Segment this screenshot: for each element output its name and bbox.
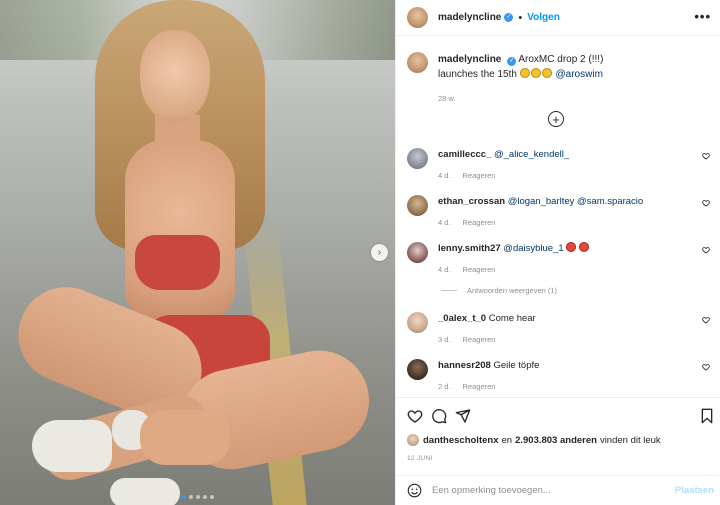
post-date: 12 JUNI bbox=[407, 455, 433, 462]
avatar[interactable] bbox=[407, 359, 428, 380]
likes-line: danthescholtenx en 2.903.803 anderen vin… bbox=[407, 434, 661, 446]
action-bar bbox=[396, 397, 720, 433]
caption-time: 28 w. bbox=[438, 94, 456, 103]
follow-button[interactable]: Volgen bbox=[527, 12, 560, 23]
chevron-right-icon: › bbox=[377, 247, 382, 258]
caption-text: launches the 15th bbox=[438, 69, 517, 80]
like-comment-heart-icon[interactable] bbox=[702, 363, 710, 371]
sun-emoji-icon bbox=[519, 68, 530, 78]
carousel-dot bbox=[181, 495, 186, 499]
post-view: › madelyncline ✓ • Volgen ••• madelyncli… bbox=[0, 0, 720, 505]
like-comment-heart-icon[interactable] bbox=[702, 199, 710, 207]
reply-button[interactable]: Reageren bbox=[463, 335, 496, 344]
avatar[interactable] bbox=[407, 148, 428, 169]
separator: • bbox=[518, 11, 523, 24]
comment-username[interactable]: camilleccc_ bbox=[438, 149, 491, 160]
reply-button[interactable]: Reageren bbox=[463, 171, 496, 180]
comment-username[interactable]: ethan_crossan bbox=[438, 196, 505, 207]
comment-mention[interactable]: @daisyblue_1 bbox=[503, 243, 563, 254]
carousel-dot bbox=[195, 495, 200, 499]
comment-mention[interactable]: @logan_barltey @sam.sparacio bbox=[508, 196, 643, 207]
more-icon[interactable]: ••• bbox=[694, 9, 711, 24]
photo-top bbox=[135, 235, 220, 290]
likes-count[interactable]: 2.903.803 anderen bbox=[515, 435, 597, 446]
avatar[interactable] bbox=[407, 242, 428, 263]
avatar[interactable] bbox=[407, 434, 419, 446]
smiley-icon[interactable] bbox=[407, 483, 422, 498]
comment-text: Come hear bbox=[488, 313, 536, 324]
verified-icon: ✓ bbox=[504, 13, 514, 22]
comment-input[interactable] bbox=[432, 485, 662, 496]
comment-row: lenny.smith27 @daisyblue_1 4 d. Reageren bbox=[407, 242, 717, 277]
likes-suffix: vinden dit leuk bbox=[599, 434, 661, 446]
view-replies[interactable]: Antwoorden weergeven (1) bbox=[441, 286, 557, 295]
liker-username[interactable]: danthescholtenx bbox=[423, 435, 499, 446]
caption-mention[interactable]: @aroswim bbox=[556, 69, 603, 80]
carousel-dot bbox=[188, 495, 193, 499]
post-header: madelyncline ✓ • Volgen ••• bbox=[396, 0, 720, 36]
comment-username[interactable]: hannesr208 bbox=[438, 360, 491, 371]
comment-row: camilleccc_ @_alice_kendell_ 4 d. Reageren bbox=[407, 148, 717, 183]
reply-button[interactable]: Reageren bbox=[463, 265, 496, 274]
photo-hands bbox=[140, 410, 230, 465]
comment-time: 2 d. bbox=[438, 382, 451, 391]
photo-face bbox=[140, 30, 210, 122]
photo-shoe bbox=[32, 420, 112, 472]
comment-time: 3 d. bbox=[438, 335, 451, 344]
caption-text: AroxMC drop 2 (!!!) bbox=[518, 54, 604, 65]
comment-text: Geile töpfe bbox=[493, 360, 540, 371]
comment-time: 4 d. bbox=[438, 218, 451, 227]
post-comment-button[interactable]: Plaatsen bbox=[675, 485, 714, 496]
caption-username[interactable]: madelyncline bbox=[438, 54, 501, 65]
sun-emoji-icon bbox=[541, 68, 552, 78]
sun-emoji-icon bbox=[530, 68, 541, 78]
comment-username[interactable]: lenny.smith27 bbox=[438, 243, 501, 254]
carousel-dots bbox=[0, 495, 395, 499]
avatar[interactable] bbox=[407, 195, 428, 216]
heart-eyes-emoji-icon bbox=[565, 242, 576, 252]
carousel-dot bbox=[209, 495, 214, 499]
add-comment-icon[interactable]: + bbox=[548, 111, 564, 127]
avatar[interactable] bbox=[407, 7, 428, 28]
post-photo[interactable]: › bbox=[0, 0, 395, 505]
like-comment-heart-icon[interactable] bbox=[702, 152, 710, 160]
heart-eyes-emoji-icon bbox=[578, 242, 589, 252]
like-comment-heart-icon[interactable] bbox=[702, 246, 710, 254]
comment-time: 4 d. bbox=[438, 171, 451, 180]
reply-button[interactable]: Reageren bbox=[463, 218, 496, 227]
carousel-dot bbox=[202, 495, 207, 499]
post-sidebar: madelyncline ✓ • Volgen ••• madelyncline… bbox=[395, 0, 720, 505]
verified-icon: ✓ bbox=[507, 57, 517, 66]
bookmark-icon[interactable] bbox=[699, 408, 715, 424]
comment-row: hannesr208 Geile töpfe 2 d. Reageren bbox=[407, 359, 717, 394]
share-icon[interactable] bbox=[455, 408, 471, 424]
likes-and: en bbox=[501, 434, 513, 446]
author-username[interactable]: madelyncline bbox=[438, 12, 501, 23]
caption: madelyncline ✓ AroxMC drop 2 (!!!) launc… bbox=[407, 52, 707, 106]
comment-mention[interactable]: @_alice_kendell_ bbox=[494, 149, 569, 160]
comment-row: _0alex_t_0 Come hear 3 d. Reageren bbox=[407, 312, 717, 347]
next-slide-button[interactable]: › bbox=[371, 244, 388, 261]
avatar[interactable] bbox=[407, 312, 428, 333]
photo-shoe bbox=[110, 478, 180, 505]
comment-time: 4 d. bbox=[438, 265, 451, 274]
comment-username[interactable]: _0alex_t_0 bbox=[438, 313, 486, 324]
comment-row: ethan_crossan @logan_barltey @sam.sparac… bbox=[407, 195, 717, 230]
reply-button[interactable]: Reageren bbox=[463, 382, 496, 391]
comment-icon[interactable] bbox=[431, 408, 447, 424]
heart-icon[interactable] bbox=[407, 408, 423, 424]
like-comment-heart-icon[interactable] bbox=[702, 316, 710, 324]
avatar[interactable] bbox=[407, 52, 428, 73]
photo-torso bbox=[125, 140, 235, 320]
comment-composer: Plaatsen bbox=[396, 475, 720, 505]
